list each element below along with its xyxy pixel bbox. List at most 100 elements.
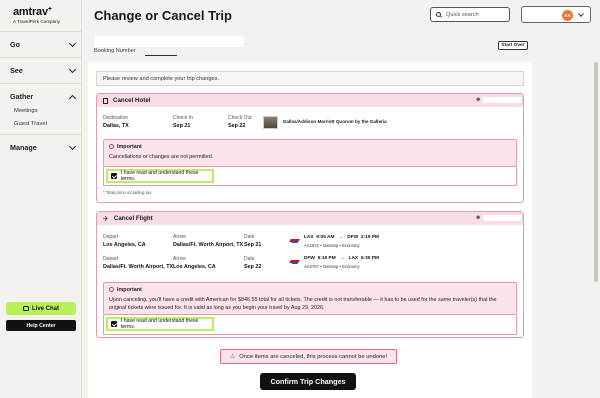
checkin-label: Check In xyxy=(173,115,193,121)
brand-tagline: A TravelPerk Company xyxy=(13,19,60,24)
booking-number-label: Booking Number xyxy=(94,48,136,54)
help-center-button[interactable]: Help Center xyxy=(6,320,76,331)
flight-route: LAX 9:05 AM → DFW 2:19 PM xyxy=(304,235,380,240)
important-heading: Important xyxy=(109,144,142,150)
arrive-value: Los Angeles, CA xyxy=(173,264,216,270)
warning-text: Once items are canceled, this process ca… xyxy=(239,353,388,360)
confirm-trip-changes-button[interactable]: Confirm Trip Changes xyxy=(260,373,356,390)
page-title: Change or Cancel Trip xyxy=(94,8,232,23)
ack-label: I have read and understand these terms. xyxy=(120,170,199,182)
chevron-down-icon xyxy=(68,39,77,47)
undo-warning: ⚠ Once items are canceled, this process … xyxy=(220,349,397,364)
traveler-icon: ☻ xyxy=(475,97,482,103)
chevron-down-icon xyxy=(68,65,77,73)
info-icon xyxy=(109,144,114,149)
checkout-label: Check Out xyxy=(228,115,252,121)
review-instructions: Please review and complete your trip cha… xyxy=(96,71,524,86)
cancel-flight-header: ✈ Cancel Flight ☻ xyxy=(97,212,523,225)
sidebar-item-gather[interactable]: Gather xyxy=(0,83,82,109)
airline-logo-icon xyxy=(290,237,299,245)
sidebar-item-label: Manage xyxy=(10,143,37,152)
chevron-down-icon xyxy=(578,11,584,17)
scrollbar[interactable] xyxy=(594,62,598,282)
hotel-icon xyxy=(103,97,108,104)
info-icon xyxy=(109,287,114,292)
hotel-important-box: Important Cancellations or changes are n… xyxy=(103,139,517,167)
cancel-hotel-card: Cancel Hotel ☻ Destination Dallas, TX Ch… xyxy=(96,93,524,203)
checkin-value: Sep 21 xyxy=(173,123,191,129)
start-over-button[interactable]: Start Over xyxy=(498,41,528,50)
date-label: Date xyxy=(244,256,255,262)
flight-info: AA1972 • Nonstop • Economy xyxy=(304,243,360,248)
checkbox-checked-icon xyxy=(111,321,117,327)
traveler-name xyxy=(483,215,521,221)
booking-number-value xyxy=(145,55,177,56)
flight-important-text-line1: Upon canceling, you'll have a credit wit… xyxy=(109,297,497,303)
brand-plus: + xyxy=(47,6,52,13)
important-title: Important xyxy=(117,287,142,293)
hotel-ack-row: I have read and understand these terms. xyxy=(103,167,517,186)
cancel-hotel-title: Cancel Hotel xyxy=(113,97,151,104)
flight-ack-row: I have read and understand these terms. xyxy=(103,315,517,335)
cancel-flight-card: ✈ Cancel Flight ☻ Depart Los Angeles, CA… xyxy=(96,211,524,338)
avatar: AA xyxy=(562,10,573,21)
hotel-important-text: Cancellations or changes are not permitt… xyxy=(109,154,214,160)
traveler-icon: ☻ xyxy=(475,215,482,221)
destination-label: Destination xyxy=(103,115,129,121)
depart-label: Depart xyxy=(103,234,119,240)
arrive-label: Arrive xyxy=(173,256,187,262)
live-chat-button[interactable]: Live Chat xyxy=(6,302,76,315)
warning-icon: ⚠ xyxy=(229,354,236,360)
hotel-ack-checkbox[interactable]: I have read and understand these terms. xyxy=(106,169,214,183)
hotel-name: Dallas/Addison Marriott Quorum by the Ga… xyxy=(283,119,387,124)
header: Change or Cancel Trip AA xyxy=(82,0,600,32)
important-title: Important xyxy=(117,144,142,150)
plane-icon: ✈ xyxy=(103,215,109,223)
depart-value: Dallas/Ft. Worth Airport, TX xyxy=(103,264,174,270)
flight-info: AA2767 • Nonstop • Economy xyxy=(304,264,360,269)
brand-logo[interactable]: amtrav+ A TravelPerk Company xyxy=(13,6,60,24)
depart-value: Los Angeles, CA xyxy=(103,242,146,248)
sidebar-item-label: Go xyxy=(10,40,20,49)
sidebar-item-see[interactable]: See xyxy=(0,57,82,83)
search-icon xyxy=(436,12,441,17)
airline-logo-icon xyxy=(290,258,299,266)
checkbox-checked-icon xyxy=(111,173,117,179)
hotel-image xyxy=(263,116,278,129)
sidebar-item-label: Gather xyxy=(10,92,34,101)
checkout-value: Sep 22 xyxy=(228,123,246,129)
flight-route: DFW 5:19 PM → LAX 6:30 PM xyxy=(304,256,379,261)
date-label: Date xyxy=(244,234,255,240)
flight-important-box: Important Upon canceling, you'll have a … xyxy=(103,282,517,315)
chat-icon xyxy=(22,306,29,311)
cancel-flight-title: Cancel Flight xyxy=(113,215,153,222)
main-panel: Please review and complete your trip cha… xyxy=(88,62,532,398)
sidebar-subitem-meetings[interactable]: Meetings xyxy=(14,108,38,114)
important-heading: Important xyxy=(109,287,142,293)
destination-value: Dallas, TX xyxy=(103,123,129,129)
arrive-label: Arrive xyxy=(173,234,187,240)
price-note: * Total price including tax xyxy=(103,190,152,195)
user-menu[interactable]: AA xyxy=(521,6,591,23)
brand-name: amtrav xyxy=(13,6,48,18)
chevron-up-icon xyxy=(68,94,77,102)
sidebar-subitem-guest-travel[interactable]: Guest Travel xyxy=(14,121,47,127)
chevron-down-icon xyxy=(68,142,77,150)
traveler-name xyxy=(483,97,521,103)
search-box[interactable] xyxy=(430,7,510,22)
cancel-hotel-header: Cancel Hotel ☻ xyxy=(97,94,523,107)
depart-label: Depart xyxy=(103,256,119,262)
arrive-value: Dallas/Ft. Worth Airport, TX xyxy=(173,242,244,248)
sidebar-item-manage[interactable]: Manage xyxy=(0,134,82,160)
sidebar-item-go[interactable]: Go xyxy=(0,31,82,57)
ack-label: I have read and understand these terms. xyxy=(120,318,199,330)
sidebar: amtrav+ A TravelPerk Company Go See Gath… xyxy=(0,0,82,398)
live-chat-label: Live Chat xyxy=(31,305,59,312)
booking-banner xyxy=(94,36,244,47)
search-input[interactable] xyxy=(446,11,506,18)
flight-ack-checkbox[interactable]: I have read and understand these terms. xyxy=(106,317,214,331)
flight-important-text-line2: original tickets were issued for. It is … xyxy=(109,305,325,311)
date-value: Sep 21 xyxy=(244,242,262,248)
sidebar-item-label: See xyxy=(10,66,23,75)
date-value: Sep 22 xyxy=(244,264,262,270)
